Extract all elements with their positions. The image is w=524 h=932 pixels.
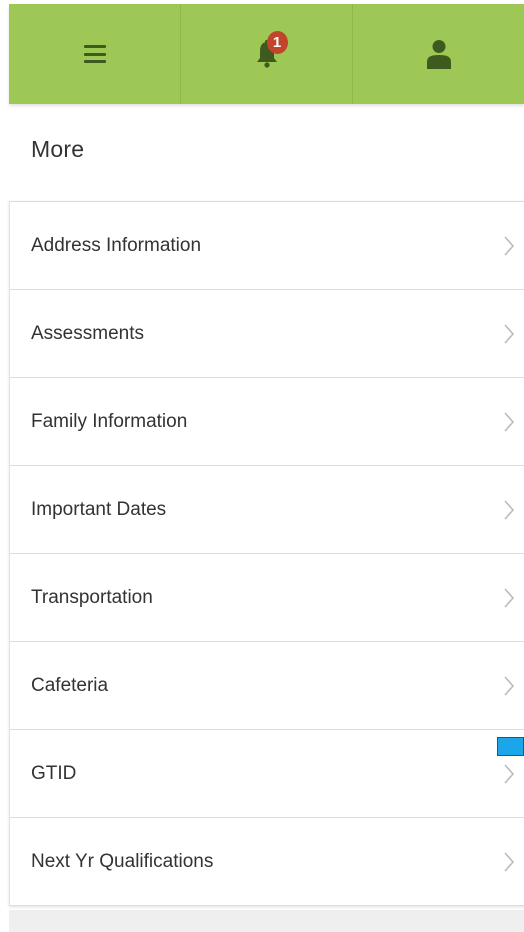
list-item-cafeteria[interactable]: Cafeteria [10,642,524,730]
list-item-label: Family Information [31,410,188,432]
more-menu-list: Address Information Assessments Family I… [9,201,524,906]
chevron-right-icon [504,499,515,520]
top-nav-bar: 1 [9,4,524,104]
page-title: More [31,136,85,162]
list-item-label: GTID [31,762,77,784]
list-item-label: Cafeteria [31,674,109,696]
list-item-transportation[interactable]: Transportation [10,554,524,642]
list-item-gtid[interactable]: GTID [10,730,524,818]
chevron-right-icon [504,587,515,608]
list-item-label: Next Yr Qualifications [31,850,214,872]
chevron-right-icon [504,323,515,344]
list-item-label: Important Dates [31,498,167,520]
chevron-right-icon [504,675,515,696]
chevron-right-icon [504,411,515,432]
profile-button[interactable] [353,4,524,104]
list-item-label: Transportation [31,586,153,608]
hamburger-menu-icon [83,45,106,63]
list-item-important-dates[interactable]: Important Dates [10,466,524,554]
notification-count-badge: 1 [266,31,288,54]
list-item-label: Assessments [31,322,144,344]
list-item-address-information[interactable]: Address Information [10,202,524,290]
chevron-right-icon [504,763,515,784]
page-footer-background [9,910,524,932]
list-item-assessments[interactable]: Assessments [10,290,524,378]
person-icon [426,40,451,69]
chevron-right-icon [504,851,515,872]
chevron-right-icon [504,235,515,256]
list-item-family-information[interactable]: Family Information [10,378,524,466]
notifications-button[interactable]: 1 [181,4,353,104]
menu-button[interactable] [9,4,181,104]
more-screen: 1 More Address Information Assessments F… [0,0,524,932]
blue-marker [497,737,524,756]
list-item-label: Address Information [31,234,202,256]
list-item-next-yr-qualifications[interactable]: Next Yr Qualifications [10,818,524,906]
